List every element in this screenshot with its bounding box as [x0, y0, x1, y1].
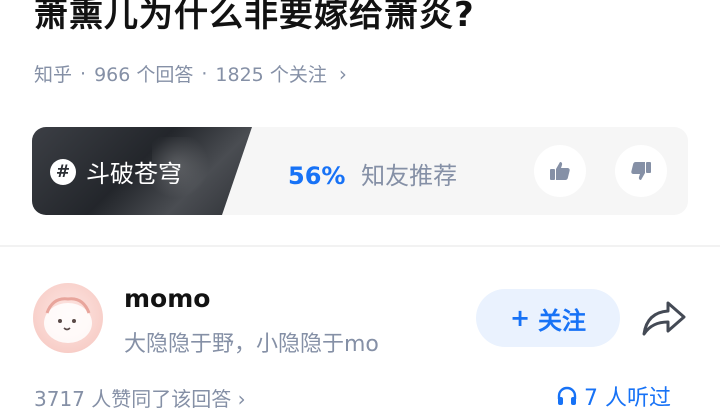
follow-label: 关注: [538, 306, 587, 335]
hash-icon: #: [50, 158, 76, 185]
question-meta[interactable]: 知乎 · 966 个回答 · 1825 个关注 ›: [34, 60, 347, 87]
source-label: 知乎: [34, 64, 73, 86]
thumbs-down-icon: [631, 162, 651, 180]
recommend-label: 知友推荐: [361, 162, 458, 190]
author-name[interactable]: momo: [124, 284, 210, 313]
chevron-right-icon: ›: [237, 387, 246, 411]
meta-separator: ·: [201, 62, 208, 85]
answer-count: 966 个回答: [94, 64, 194, 86]
avatar[interactable]: [33, 283, 103, 353]
thumbs-down-button[interactable]: [615, 145, 667, 197]
agree-count[interactable]: 3717 人赞同了该回答 ›: [34, 383, 246, 412]
listeners[interactable]: 7 人听过: [556, 380, 671, 412]
follower-count: 1825 个关注: [215, 64, 327, 86]
topic-tag[interactable]: # 斗破苍穹: [50, 154, 182, 189]
recommend-rate: 56% 知友推荐: [288, 156, 457, 191]
plus-icon: +: [509, 304, 531, 332]
author-bio: 大隐隐于野，小隐隐于mo: [124, 332, 379, 357]
headphones-icon: [557, 386, 577, 405]
thumbs-up-icon: [550, 162, 570, 180]
section-divider: [0, 245, 720, 247]
question-title: 萧熏儿为什么非要嫁给萧炎?: [34, 0, 475, 35]
avatar-illustration: [44, 297, 92, 343]
topic-card[interactable]: # 斗破苍穹 56% 知友推荐: [32, 127, 688, 215]
agree-text: 3717 人赞同了该回答: [34, 387, 232, 411]
follow-button[interactable]: + 关注: [476, 289, 620, 347]
topic-name: 斗破苍穹: [86, 160, 182, 188]
chevron-right-icon: ›: [338, 61, 347, 86]
recommend-percent: 56%: [288, 162, 346, 190]
thumbs-up-button[interactable]: [534, 145, 586, 197]
listeners-text: 7 人听过: [584, 386, 671, 411]
share-icon[interactable]: [640, 297, 688, 341]
meta-separator: ·: [80, 62, 87, 85]
